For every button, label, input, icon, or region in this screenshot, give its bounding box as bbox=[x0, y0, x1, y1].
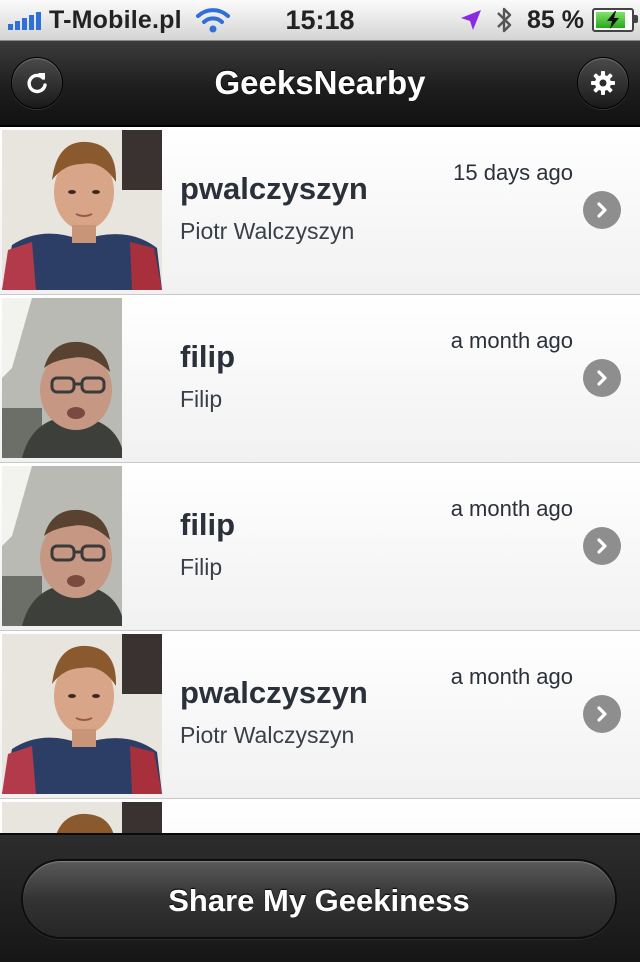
list-item[interactable]: pwalczyszyn Piotr Walczyszyn 15 days ago bbox=[0, 127, 640, 295]
avatar bbox=[2, 802, 162, 833]
list-item[interactable]: pwalczyszyn Piotr Walczyszyn a month ago bbox=[0, 631, 640, 799]
avatar bbox=[2, 298, 122, 458]
location-arrow-icon bbox=[461, 10, 482, 30]
full-name: Piotr Walczyszyn bbox=[180, 218, 355, 244]
avatar bbox=[2, 634, 162, 794]
username: pwalczyszyn bbox=[180, 171, 368, 206]
list-item[interactable] bbox=[0, 799, 640, 833]
time-ago: a month ago bbox=[450, 496, 573, 521]
disclosure-button[interactable] bbox=[583, 191, 621, 229]
bottom-toolbar: Share My Geekiness bbox=[0, 833, 640, 962]
full-name: Filip bbox=[180, 386, 223, 412]
navigation-bar: GeeksNearby bbox=[0, 41, 640, 127]
bluetooth-icon bbox=[497, 7, 512, 33]
list-item[interactable]: filip Filip a month ago bbox=[0, 463, 640, 631]
chevron-right-icon bbox=[597, 706, 607, 722]
chevron-right-icon bbox=[597, 538, 607, 554]
time-ago: 15 days ago bbox=[453, 160, 573, 185]
battery-charging-icon bbox=[592, 8, 638, 32]
settings-button[interactable] bbox=[577, 57, 629, 109]
status-right: 85 % bbox=[459, 0, 638, 40]
disclosure-button[interactable] bbox=[583, 359, 621, 397]
full-name: Piotr Walczyszyn bbox=[180, 722, 355, 748]
chevron-right-icon bbox=[597, 202, 607, 218]
avatar bbox=[2, 130, 162, 290]
username: pwalczyszyn bbox=[180, 675, 368, 710]
status-bar: T-Mobile.pl 15:18 85 % bbox=[0, 0, 640, 41]
username: filip bbox=[180, 507, 236, 542]
share-button[interactable]: Share My Geekiness bbox=[21, 859, 617, 939]
battery-percent: 85 % bbox=[527, 5, 584, 34]
disclosure-button[interactable] bbox=[583, 695, 621, 733]
charging-bolt-icon bbox=[607, 11, 619, 29]
list-item[interactable]: filip Filip a month ago bbox=[0, 295, 640, 463]
time-ago: a month ago bbox=[450, 328, 573, 353]
gear-icon bbox=[591, 71, 615, 95]
avatar bbox=[2, 466, 122, 626]
full-name: Filip bbox=[180, 554, 223, 580]
time-ago: a month ago bbox=[450, 664, 573, 689]
page-title: GeeksNearby bbox=[214, 64, 426, 101]
disclosure-button[interactable] bbox=[583, 527, 621, 565]
username: filip bbox=[180, 339, 236, 374]
geeks-list[interactable]: pwalczyszyn Piotr Walczyszyn 15 days ago… bbox=[0, 127, 640, 833]
chevron-right-icon bbox=[597, 370, 607, 386]
